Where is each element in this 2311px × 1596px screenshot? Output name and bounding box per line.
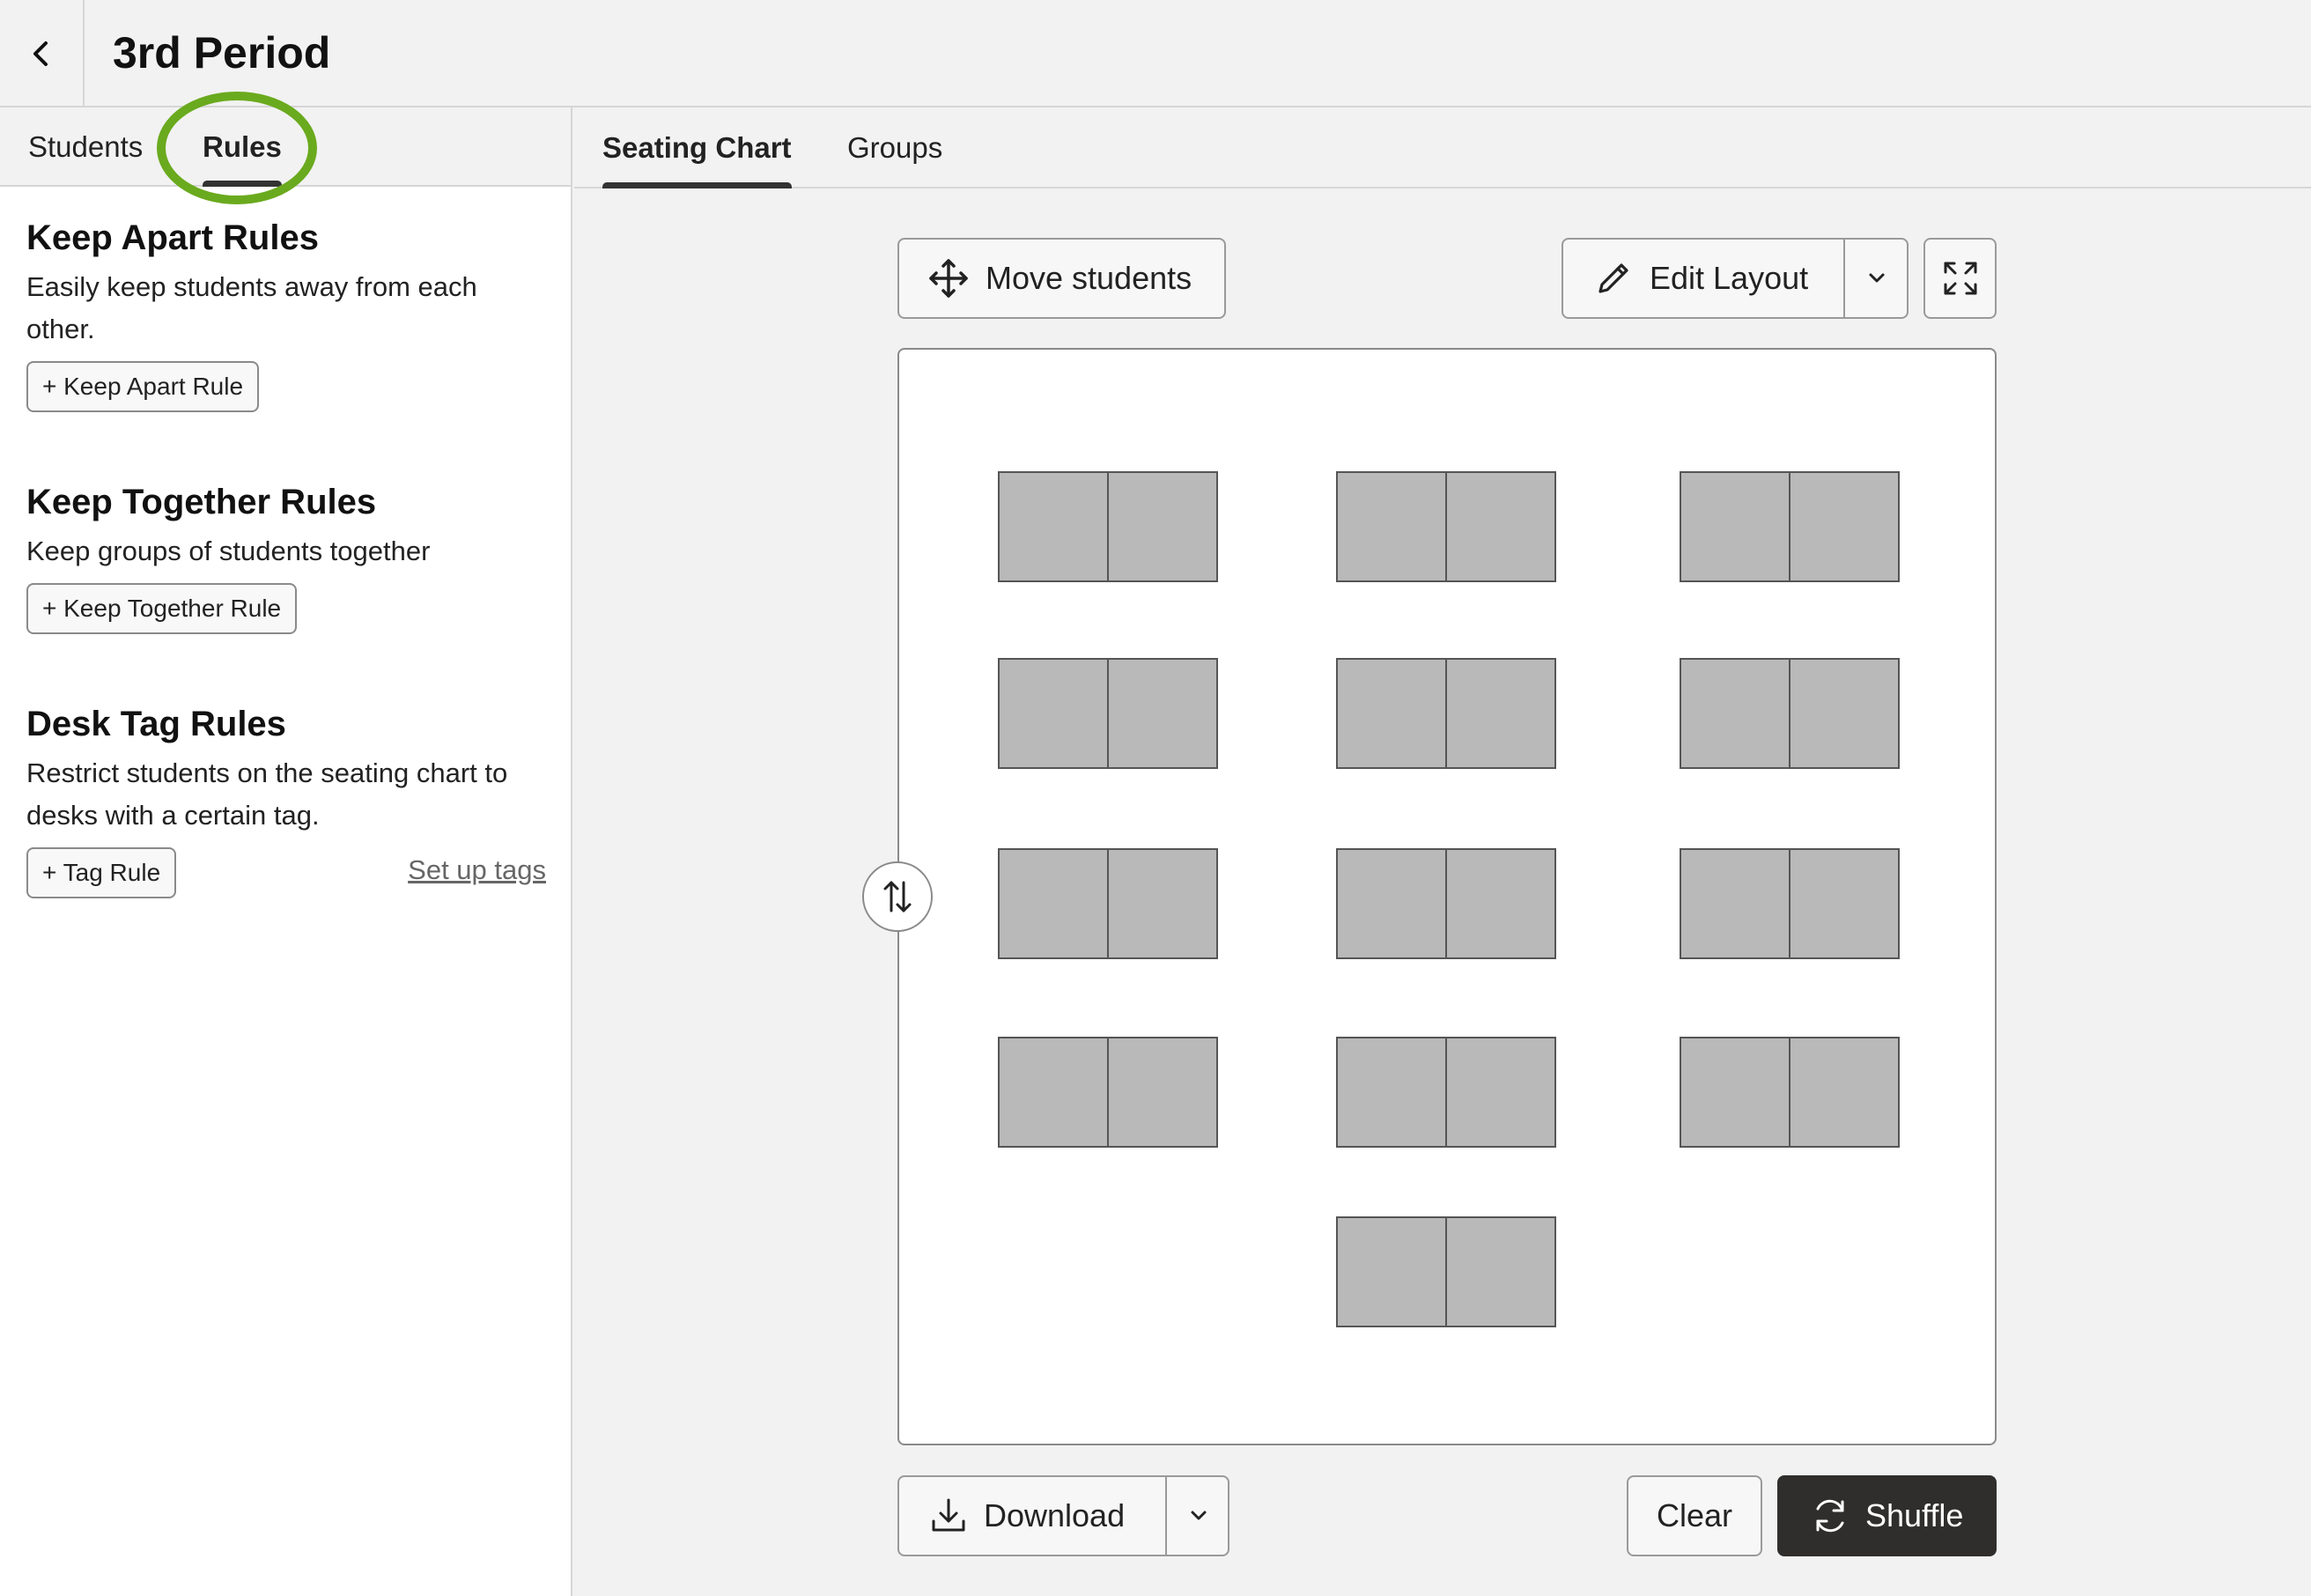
- seating-chart-canvas: [897, 348, 1997, 1445]
- chevron-down-icon: [1869, 273, 1885, 283]
- seat[interactable]: [1107, 660, 1216, 767]
- keep-apart-title: Keep Apart Rules: [26, 218, 319, 257]
- desk[interactable]: [998, 658, 1218, 769]
- desk-tag-section: Desk Tag Rules Restrict students on the …: [26, 699, 546, 900]
- desk[interactable]: [1336, 1037, 1556, 1148]
- seat[interactable]: [1000, 473, 1107, 580]
- swap-orientation-button[interactable]: [862, 861, 933, 932]
- seat[interactable]: [1000, 850, 1107, 957]
- fullscreen-button[interactable]: [1923, 238, 1997, 319]
- move-students-button[interactable]: Move students: [897, 238, 1226, 319]
- seat[interactable]: [1681, 1038, 1789, 1146]
- seat[interactable]: [1338, 473, 1445, 580]
- seat[interactable]: [1000, 660, 1107, 767]
- clear-label: Clear: [1656, 1497, 1733, 1533]
- download-button[interactable]: Download: [899, 1477, 1165, 1555]
- desk-tag-title: Desk Tag Rules: [26, 705, 286, 743]
- tab-rules[interactable]: Rules: [203, 107, 282, 187]
- seat[interactable]: [1338, 1038, 1445, 1146]
- seat[interactable]: [1681, 850, 1789, 957]
- add-keep-apart-rule-button[interactable]: + Keep Apart Rule: [26, 361, 260, 412]
- shuffle-label: Shuffle: [1865, 1497, 1964, 1533]
- top-bar: 3rd Period: [0, 0, 2311, 107]
- keep-together-section: Keep Together Rules Keep groups of stude…: [26, 477, 546, 634]
- right-tab-bar: Seating Chart Groups: [574, 107, 2311, 188]
- seat[interactable]: [1107, 850, 1216, 957]
- tab-groups[interactable]: Groups: [847, 107, 942, 188]
- keep-together-title: Keep Together Rules: [26, 483, 377, 521]
- clear-button[interactable]: Clear: [1627, 1475, 1762, 1556]
- desk[interactable]: [1336, 658, 1556, 769]
- seat[interactable]: [1000, 1038, 1107, 1146]
- desk[interactable]: [998, 471, 1218, 582]
- desk-tag-description: Restrict students on the seating chart t…: [26, 757, 508, 831]
- page-title: 3rd Period: [113, 28, 331, 78]
- edit-layout-button[interactable]: Edit Layout: [1563, 240, 1843, 317]
- refresh-icon: [1816, 1499, 1844, 1533]
- tab-groups-label: Groups: [847, 131, 943, 164]
- seat[interactable]: [1338, 660, 1445, 767]
- move-icon: [929, 259, 968, 298]
- active-tab-indicator: [203, 181, 282, 187]
- chevron-left-icon: [33, 41, 48, 66]
- seat[interactable]: [1338, 1218, 1445, 1326]
- left-tab-bar: Students Rules: [0, 107, 571, 187]
- tab-students[interactable]: Students: [28, 107, 143, 187]
- download-icon: [932, 1498, 965, 1532]
- shuffle-button[interactable]: Shuffle: [1777, 1475, 1997, 1556]
- edit-layout-dropdown-toggle[interactable]: [1845, 240, 1909, 317]
- seat[interactable]: [1789, 473, 1898, 580]
- seat[interactable]: [1445, 660, 1554, 767]
- keep-apart-section: Keep Apart Rules Easily keep students aw…: [26, 213, 546, 412]
- desk[interactable]: [998, 1037, 1218, 1148]
- seat[interactable]: [1681, 473, 1789, 580]
- desk[interactable]: [1680, 1037, 1900, 1148]
- seat[interactable]: [1445, 850, 1554, 957]
- seat[interactable]: [1445, 473, 1554, 580]
- move-students-label: Move students: [986, 260, 1192, 296]
- edit-layout-split-button: Edit Layout: [1562, 238, 1909, 319]
- seat[interactable]: [1789, 660, 1898, 767]
- expand-icon: [1944, 262, 1976, 295]
- seat[interactable]: [1445, 1038, 1554, 1146]
- desk[interactable]: [1336, 471, 1556, 582]
- rules-panel: Students Rules Keep Apart Rules Easily k…: [0, 107, 572, 1596]
- desk[interactable]: [998, 848, 1218, 959]
- seat[interactable]: [1789, 1038, 1898, 1146]
- tab-rules-label: Rules: [203, 130, 282, 163]
- keep-together-description: Keep groups of students together: [26, 536, 431, 566]
- download-label: Download: [984, 1497, 1126, 1533]
- download-dropdown-toggle[interactable]: [1167, 1477, 1229, 1555]
- active-tab-indicator: [602, 182, 792, 188]
- add-tag-rule-button[interactable]: + Tag Rule: [26, 847, 177, 898]
- seat[interactable]: [1107, 473, 1216, 580]
- pencil-icon: [1599, 263, 1628, 293]
- seat[interactable]: [1338, 850, 1445, 957]
- desk[interactable]: [1680, 848, 1900, 959]
- desk[interactable]: [1680, 471, 1900, 582]
- tab-seating-chart-label: Seating Chart: [602, 131, 792, 164]
- keep-apart-description: Easily keep students away from each othe…: [26, 271, 477, 344]
- chevron-down-icon: [1191, 1511, 1206, 1520]
- desk[interactable]: [1336, 1216, 1556, 1327]
- add-keep-together-rule-button[interactable]: + Keep Together Rule: [26, 583, 298, 634]
- download-split-button: Download: [897, 1475, 1229, 1556]
- tab-seating-chart[interactable]: Seating Chart: [602, 107, 792, 188]
- desk[interactable]: [1336, 848, 1556, 959]
- set-up-tags-link[interactable]: Set up tags: [408, 854, 546, 886]
- tab-students-label: Students: [28, 130, 144, 163]
- seat[interactable]: [1789, 850, 1898, 957]
- edit-layout-label: Edit Layout: [1650, 260, 1809, 296]
- back-button[interactable]: [0, 0, 85, 107]
- desk[interactable]: [1680, 658, 1900, 769]
- seat[interactable]: [1107, 1038, 1216, 1146]
- seat[interactable]: [1445, 1218, 1554, 1326]
- swap-vertical-icon: [883, 881, 912, 913]
- seat[interactable]: [1681, 660, 1789, 767]
